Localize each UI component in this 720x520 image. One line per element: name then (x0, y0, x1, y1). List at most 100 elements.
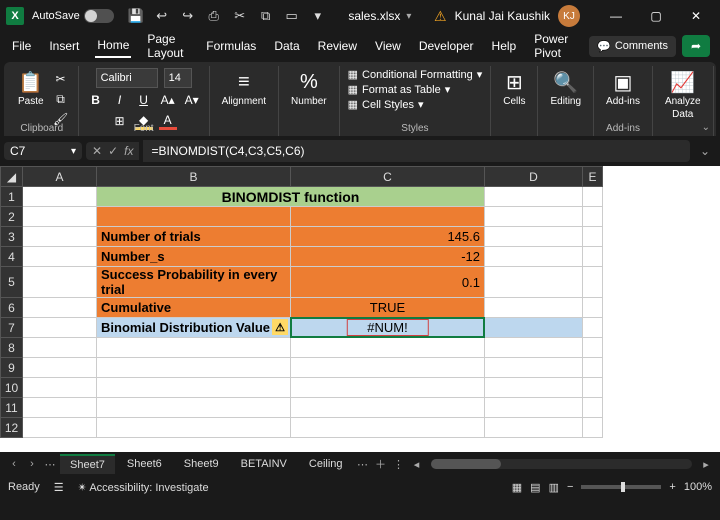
cell-styles-button[interactable]: ▦Cell Styles▾ (348, 98, 424, 111)
row-header[interactable]: 8 (1, 338, 23, 358)
sheet-nav-prev-icon[interactable]: ‹ (6, 458, 22, 470)
row-header[interactable]: 10 (1, 378, 23, 398)
font-size-select[interactable] (164, 68, 192, 88)
zoom-in-icon[interactable]: + (669, 481, 675, 493)
row-header[interactable]: 4 (1, 247, 23, 267)
row-header[interactable]: 5 (1, 267, 23, 298)
tab-developer[interactable]: Developer (417, 35, 476, 57)
row-header[interactable]: 7 (1, 318, 23, 338)
tab-data[interactable]: Data (272, 35, 301, 57)
row-header[interactable]: 12 (1, 418, 23, 438)
zoom-level[interactable]: 100% (684, 481, 712, 493)
chevron-down-icon[interactable]: ▾ (71, 146, 76, 157)
sheet-tab[interactable]: Sheet6 (117, 455, 172, 473)
font-increase-button[interactable]: A▴ (159, 91, 177, 109)
bold-button[interactable]: B (87, 91, 105, 109)
cell[interactable]: -12 (291, 247, 485, 267)
zoom-out-icon[interactable]: − (567, 481, 573, 493)
warning-icon[interactable]: ⚠ (434, 8, 447, 25)
toggle-off-icon[interactable] (84, 9, 114, 23)
cell[interactable]: Number_s (97, 247, 291, 267)
cell[interactable]: Success Probability in every trial (97, 267, 291, 298)
autosave-toggle[interactable]: AutoSave (32, 9, 114, 23)
select-all-button[interactable]: ◢ (1, 167, 23, 187)
formula-bar-expand-icon[interactable]: ⌄ (694, 144, 716, 158)
horizontal-scrollbar[interactable] (431, 459, 692, 469)
tab-power-pivot[interactable]: Power Pivot (532, 28, 575, 64)
col-header-e[interactable]: E (583, 167, 603, 187)
worksheet[interactable]: ◢ A B C D E 1BINOMDIST function 2 3Numbe… (0, 166, 720, 452)
stats-icon[interactable]: ☰ (54, 481, 64, 494)
error-indicator-icon[interactable]: ⚠ (272, 319, 288, 335)
maximize-button[interactable]: ▢ (638, 2, 674, 30)
tab-page-layout[interactable]: Page Layout (145, 28, 190, 64)
save-icon[interactable]: 💾 (128, 8, 144, 24)
cut-icon[interactable]: ✂ (232, 8, 248, 24)
format-as-table-button[interactable]: ▦Format as Table▾ (348, 83, 451, 96)
sheet-more-icon[interactable]: ⋯ (355, 458, 371, 471)
copy-icon[interactable]: ⧉ (258, 8, 274, 24)
ribbon-collapse-icon[interactable]: ⌄ (702, 122, 710, 133)
zoom-slider[interactable] (581, 485, 661, 489)
cell[interactable]: 145.6 (291, 227, 485, 247)
cancel-formula-icon[interactable]: ✕ (92, 144, 102, 158)
comments-button[interactable]: 💬 Comments (589, 36, 676, 57)
user-avatar[interactable]: KJ (558, 5, 580, 27)
analyze-data-button[interactable]: 📈 Analyze Data (661, 68, 705, 122)
row-header[interactable]: 2 (1, 207, 23, 227)
undo-icon[interactable]: ↩ (154, 8, 170, 24)
sheet-tab[interactable]: Sheet9 (174, 455, 229, 473)
tab-formulas[interactable]: Formulas (204, 35, 258, 57)
cell[interactable]: 0.1 (291, 267, 485, 298)
col-header-a[interactable]: A (23, 167, 97, 187)
editing-button[interactable]: 🔍 Editing (546, 68, 585, 109)
close-button[interactable]: ✕ (678, 2, 714, 30)
qat-dropdown-icon[interactable]: ▾ (310, 8, 326, 24)
row-header[interactable]: 3 (1, 227, 23, 247)
cell[interactable]: Binomial Distribution Value ⚠ (97, 318, 291, 338)
tab-insert[interactable]: Insert (47, 35, 81, 57)
font-decrease-button[interactable]: A▾ (183, 91, 201, 109)
scroll-right-icon[interactable]: ▸ (698, 458, 714, 471)
print-icon[interactable]: ⎙ (206, 8, 222, 24)
formula-input[interactable]: =BINOMDIST(C4,C3,C5,C6) (143, 140, 689, 162)
cell-title[interactable]: BINOMDIST function (97, 187, 485, 207)
cell[interactable]: Cumulative (97, 298, 291, 318)
name-box[interactable]: C7 ▾ (4, 142, 82, 160)
tab-home[interactable]: Home (95, 34, 131, 58)
cell[interactable]: Number of trials (97, 227, 291, 247)
number-button[interactable]: % Number (287, 68, 331, 109)
cells-button[interactable]: ⊞ Cells (499, 68, 529, 109)
sheet-tab[interactable]: Ceiling (299, 455, 353, 473)
new-sheet-icon[interactable]: ＋ (373, 456, 389, 472)
sheet-nav-more-icon[interactable]: ⋯ (42, 458, 58, 471)
active-cell[interactable]: #NUM! (291, 318, 485, 338)
enter-formula-icon[interactable]: ✓ (108, 144, 118, 158)
minimize-button[interactable]: — (598, 2, 634, 30)
tab-file[interactable]: File (10, 35, 33, 57)
view-page-break-icon[interactable]: ▥ (549, 481, 559, 494)
tab-view[interactable]: View (373, 35, 403, 57)
conditional-formatting-button[interactable]: ▦Conditional Formatting▾ (348, 68, 483, 81)
font-color-button[interactable]: A (159, 112, 177, 130)
share-button[interactable]: ➦ (682, 35, 710, 57)
col-header-c[interactable]: C (291, 167, 485, 187)
fx-icon[interactable]: fx (124, 144, 133, 158)
row-header[interactable]: 9 (1, 358, 23, 378)
copy-icon[interactable]: ⧉ (52, 90, 70, 108)
row-header[interactable]: 1 (1, 187, 23, 207)
scroll-left-icon[interactable]: ◂ (409, 458, 425, 471)
underline-button[interactable]: U (135, 91, 153, 109)
paste-button[interactable]: 📋 Paste (14, 68, 48, 109)
tab-help[interactable]: Help (490, 35, 519, 57)
border-button[interactable]: ⊞ (111, 112, 129, 130)
font-name-select[interactable] (96, 68, 158, 88)
row-header[interactable]: 6 (1, 298, 23, 318)
new-icon[interactable]: ▭ (284, 8, 300, 24)
view-normal-icon[interactable]: ▦ (512, 481, 522, 494)
italic-button[interactable]: I (111, 91, 129, 109)
tab-menu-icon[interactable]: ⋮ (391, 458, 407, 471)
addins-button[interactable]: ▣ Add-ins (602, 68, 644, 109)
sheet-tab[interactable]: BETAINV (231, 455, 297, 473)
redo-icon[interactable]: ↪ (180, 8, 196, 24)
